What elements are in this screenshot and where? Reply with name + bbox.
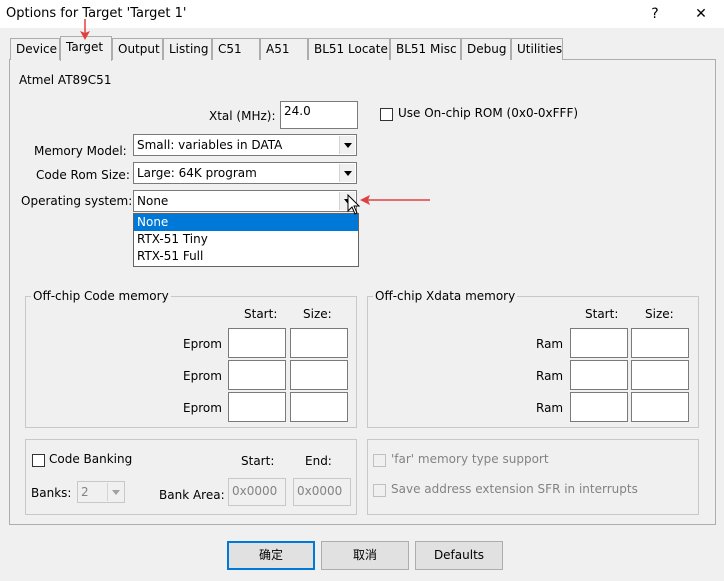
tab-strip: Device Target Output Listing C51 A51 BL5… (0, 36, 724, 61)
operating-system-select[interactable]: None (133, 190, 357, 212)
defaults-button[interactable]: Defaults (415, 541, 503, 570)
dropdown-option-none[interactable]: None (134, 214, 358, 231)
offchip-code-title: Off-chip Code memory (31, 289, 171, 303)
bank-area-label: Bank Area: (159, 488, 225, 502)
device-name: Atmel AT89C51 (19, 73, 112, 87)
ram-size-input[interactable] (631, 392, 689, 422)
code-rom-size-select[interactable]: Large: 64K program (133, 162, 357, 184)
tab-debug[interactable]: Debug (461, 38, 511, 60)
tab-bl51-misc[interactable]: BL51 Misc (390, 38, 461, 60)
eprom-start-input[interactable] (228, 360, 286, 390)
dropdown-option-rtx51-full[interactable]: RTX-51 Full (134, 248, 358, 265)
annotation-arrow-icon (80, 19, 90, 40)
far-memory-checkbox[interactable] (373, 454, 386, 467)
eprom-size-input[interactable] (290, 360, 348, 390)
ram-start-input[interactable] (570, 392, 628, 422)
chevron-down-icon[interactable] (339, 136, 355, 154)
dropdown-option-rtx51-tiny[interactable]: RTX-51 Tiny (134, 231, 358, 248)
operating-system-label: Operating system: (21, 194, 133, 208)
title-bar: Options for Target 'Target 1' ? ✕ (0, 0, 724, 28)
code-banking-label: Code Banking (49, 452, 133, 466)
offchip-xdata-size-header: Size: (645, 307, 674, 321)
code-banking-checkbox[interactable] (32, 454, 45, 467)
eprom-size-input[interactable] (290, 392, 348, 422)
save-sfr-label: Save address extension SFR in interrupts (391, 482, 638, 496)
tab-a51[interactable]: A51 (260, 38, 308, 60)
tab-c51[interactable]: C51 (212, 38, 260, 60)
bank-area-end-input[interactable]: 0x0000 (293, 478, 351, 506)
eprom-label: Eprom (183, 369, 222, 383)
eprom-start-input[interactable] (228, 392, 286, 422)
tab-listing[interactable]: Listing (163, 38, 212, 60)
memory-model-value: Small: variables in DATA (137, 138, 283, 152)
save-sfr-checkbox[interactable] (373, 484, 386, 497)
ram-size-input[interactable] (631, 360, 689, 390)
help-button[interactable]: ? (632, 0, 678, 28)
operating-system-dropdown: None RTX-51 Tiny RTX-51 Full (133, 213, 359, 267)
tab-output[interactable]: Output (112, 38, 163, 60)
ram-size-input[interactable] (631, 328, 689, 358)
ok-button[interactable]: 确定 (227, 541, 315, 570)
banks-label: Banks: (31, 486, 72, 500)
ram-label: Ram (536, 401, 564, 415)
close-button[interactable]: ✕ (678, 0, 724, 28)
offchip-code-start-header: Start: (244, 307, 278, 321)
banks-value: 2 (81, 485, 89, 499)
mouse-cursor-icon (347, 194, 361, 215)
ram-start-input[interactable] (570, 360, 628, 390)
tab-utilities[interactable]: Utilities (511, 38, 563, 60)
annotation-arrow-icon (360, 195, 430, 205)
tab-device[interactable]: Device (10, 38, 60, 60)
bank-area-start-header: Start: (241, 454, 275, 468)
code-rom-size-label: Code Rom Size: (36, 168, 130, 182)
ram-label: Ram (536, 337, 564, 351)
far-memory-label: 'far' memory type support (391, 452, 549, 466)
cancel-button[interactable]: 取消 (321, 541, 409, 570)
offchip-xdata-start-header: Start: (585, 307, 619, 321)
operating-system-value: None (137, 194, 169, 208)
offchip-code-size-header: Size: (303, 307, 332, 321)
eprom-size-input[interactable] (290, 328, 348, 358)
bank-area-start-input[interactable]: 0x0000 (228, 478, 286, 506)
chevron-down-icon[interactable] (339, 164, 355, 182)
code-rom-size-value: Large: 64K program (137, 166, 257, 180)
ram-label: Ram (536, 369, 564, 383)
banks-select[interactable]: 2 (77, 481, 125, 503)
ram-start-input[interactable] (570, 328, 628, 358)
xtal-label: Xtal (MHz): (209, 109, 276, 123)
window-title: Options for Target 'Target 1' (6, 6, 187, 21)
xtal-input[interactable]: 24.0 (280, 101, 358, 129)
far-memory-group (367, 439, 699, 515)
eprom-label: Eprom (183, 337, 222, 351)
offchip-xdata-title: Off-chip Xdata memory (373, 289, 518, 303)
chevron-down-icon[interactable] (107, 483, 123, 501)
bank-area-end-header: End: (305, 454, 332, 468)
tab-bl51-locate[interactable]: BL51 Locate (308, 38, 390, 60)
memory-model-label: Memory Model: (34, 144, 127, 158)
use-onchip-rom-label: Use On-chip ROM (0x0-0xFFF) (398, 106, 579, 120)
eprom-start-input[interactable] (228, 328, 286, 358)
use-onchip-rom-checkbox[interactable] (380, 108, 393, 121)
memory-model-select[interactable]: Small: variables in DATA (133, 134, 357, 156)
eprom-label: Eprom (183, 401, 222, 415)
